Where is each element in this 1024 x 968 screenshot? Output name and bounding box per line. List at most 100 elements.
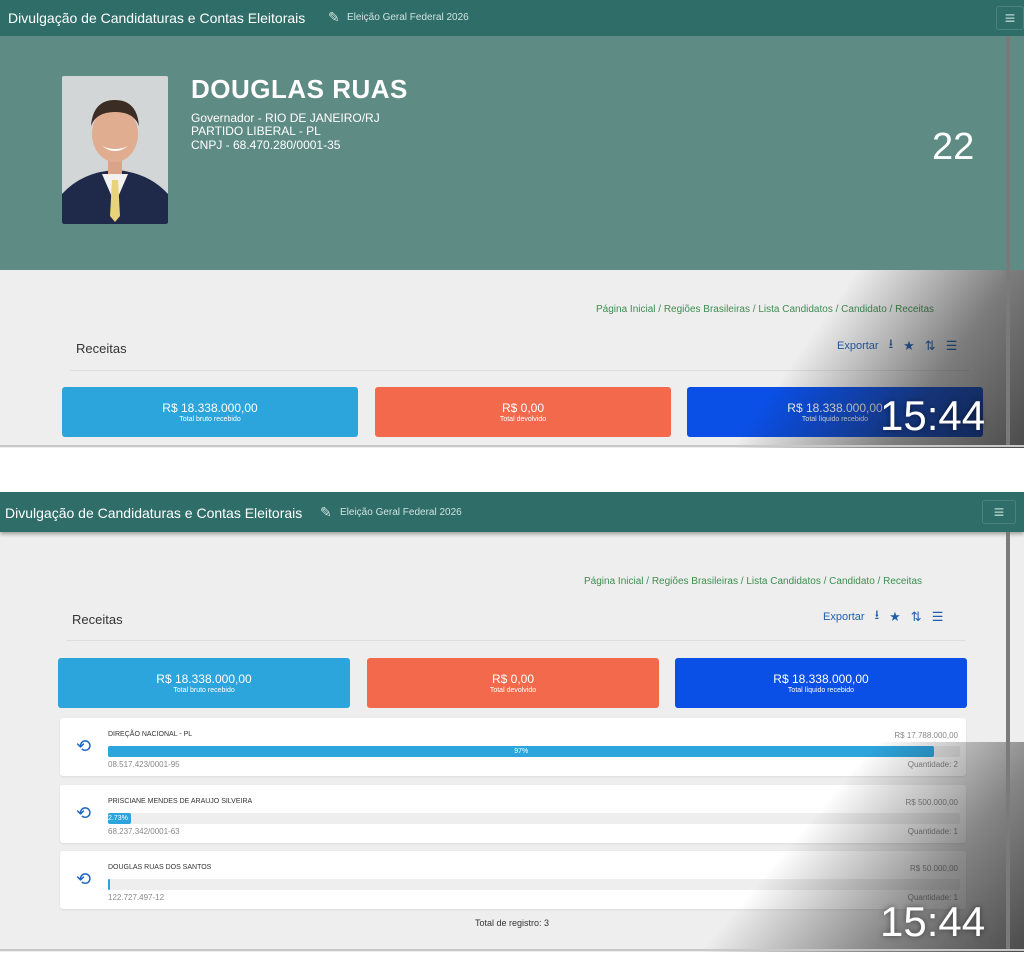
donor-document: 08.517.423/0001-95: [108, 760, 180, 769]
download-icon[interactable]: ⭳: [875, 606, 880, 628]
app-title[interactable]: Divulgação de Candidaturas e Contas Elei…: [8, 10, 305, 26]
list-icon[interactable]: ☰: [946, 338, 958, 354]
breadcrumb-separator: /: [658, 304, 662, 315]
receipt-row[interactable]: ⟲ DOUGLAS RUAS DOS SANTOS R$ 50.000,00 1…: [60, 851, 966, 909]
stat-total-returned: R$ 0,00 Total devolvido: [367, 658, 659, 708]
share-progress-fill: 97%: [108, 746, 935, 757]
share-progress-fill: 2.73%: [108, 813, 132, 824]
app-header: Divulgação de Candidaturas e Contas Elei…: [0, 492, 1024, 532]
receipt-quantity: Quantidade: 2: [907, 760, 958, 769]
breadcrumb-regions[interactable]: Regiões Brasileiras: [652, 576, 738, 587]
breadcrumb-current: Receitas: [883, 576, 923, 587]
stat-value: R$ 18.338.000,00: [156, 672, 252, 686]
stat-value: R$ 0,00: [501, 401, 545, 415]
panel-title: Receitas: [72, 612, 123, 627]
stat-label: Total devolvido: [499, 416, 547, 423]
breadcrumb-candidate[interactable]: Candidato: [841, 304, 887, 315]
share-progress-track: 97%: [108, 746, 960, 757]
breadcrumb-candidate-list[interactable]: Lista Candidatos: [758, 304, 833, 315]
transfer-icon: ⟲: [76, 869, 92, 889]
transfer-icon: ⟲: [76, 803, 92, 823]
sort-icon[interactable]: ⇅: [925, 338, 936, 354]
breadcrumb-regions[interactable]: Regiões Brasileiras: [664, 304, 750, 315]
app-header: Divulgação de Candidaturas e Contas Elei…: [0, 0, 1024, 36]
breadcrumb-candidate-list[interactable]: Lista Candidatos: [746, 576, 821, 587]
edit-icon[interactable]: ✎: [328, 10, 342, 24]
candidate-party: PARTIDO LIBERAL - PL: [191, 124, 321, 138]
edit-icon[interactable]: ✎: [320, 505, 334, 519]
election-name[interactable]: Eleição Geral Federal 2026: [347, 12, 469, 23]
candidate-cnpj: CNPJ - 68.470.280/0001-35: [191, 138, 341, 152]
breadcrumb-separator: /: [877, 576, 881, 587]
breadcrumb-separator: /: [740, 576, 744, 587]
election-name[interactable]: Eleição Geral Federal 2026: [340, 507, 462, 518]
stat-total-gross: R$ 18.338.000,00 Total bruto recebido: [58, 658, 350, 708]
stat-total-net: R$ 18.338.000,00 Total líquido recebido: [675, 658, 967, 708]
status-clock: 15:44: [880, 898, 986, 945]
share-progress-fill: [108, 879, 111, 890]
receipt-amount: R$ 500.000,00: [905, 798, 959, 807]
scrollbar[interactable]: [1006, 36, 1010, 446]
receipt-row[interactable]: ⟲ PRISCIANE MENDES DE ARAUJO SILVEIRA R$…: [60, 785, 966, 843]
download-icon[interactable]: ⭳: [889, 335, 894, 357]
breadcrumb-current: Receitas: [895, 304, 935, 315]
breadcrumb-separator: /: [823, 576, 827, 587]
candidate-hero: DOUGLAS RUAS Governador - RIO DE JANEIRO…: [0, 36, 1024, 270]
scrollbar[interactable]: [1006, 532, 1010, 950]
candidate-number: 22: [932, 126, 975, 168]
app-title[interactable]: Divulgação de Candidaturas e Contas Elei…: [5, 505, 302, 521]
panel-title: Receitas: [76, 341, 127, 356]
screenshot-top: Divulgação de Candidaturas e Contas Elei…: [0, 0, 1024, 448]
breadcrumb-home[interactable]: Página Inicial: [596, 304, 655, 315]
donor-document: 122.727.497-12: [108, 893, 165, 902]
stat-total-gross: R$ 18.338.000,00 Total bruto recebido: [62, 387, 358, 437]
export-label[interactable]: Exportar: [823, 611, 865, 623]
panel-toolbar: Exportar ⭳ ★ ⇅ ☰: [837, 335, 958, 357]
donor-document: 68.237.342/0001-63: [108, 827, 180, 836]
divider: [0, 445, 1024, 447]
stat-value: R$ 0,00: [491, 672, 535, 686]
screenshot-bottom: Divulgação de Candidaturas e Contas Elei…: [0, 492, 1024, 952]
divider: [70, 370, 970, 371]
receipt-amount: R$ 50.000,00: [909, 864, 958, 873]
candidate-portrait-image: [62, 76, 168, 224]
transfer-icon: ⟲: [76, 736, 92, 756]
divider: [66, 640, 966, 641]
candidate-name: DOUGLAS RUAS: [191, 74, 408, 104]
status-clock: 15:44: [880, 392, 986, 439]
breadcrumb: Página Inicial / Regiões Brasileiras / L…: [596, 304, 934, 315]
breadcrumb: Página Inicial / Regiões Brasileiras / L…: [584, 576, 922, 587]
breadcrumb-candidate[interactable]: Candidato: [829, 576, 875, 587]
breadcrumb-separator: /: [646, 576, 650, 587]
breadcrumb-separator: /: [752, 304, 756, 315]
hamburger-menu-icon[interactable]: ≡: [996, 6, 1024, 30]
export-label[interactable]: Exportar: [837, 340, 879, 352]
stat-total-returned: R$ 0,00 Total devolvido: [375, 387, 671, 437]
stat-label: Total líquido recebido: [787, 687, 855, 694]
share-progress-track: [108, 879, 960, 890]
panel-toolbar: Exportar ⭳ ★ ⇅ ☰: [823, 606, 944, 628]
stat-label: Total devolvido: [489, 687, 537, 694]
receipt-quantity: Quantidade: 1: [907, 827, 958, 836]
star-icon[interactable]: ★: [889, 609, 901, 625]
star-icon[interactable]: ★: [903, 338, 915, 354]
donor-name: DOUGLAS RUAS DOS SANTOS: [108, 864, 212, 871]
sort-icon[interactable]: ⇅: [911, 609, 922, 625]
hamburger-menu-icon[interactable]: ≡: [982, 500, 1016, 524]
stat-label: Total bruto recebido: [179, 416, 241, 423]
donor-name: PRISCIANE MENDES DE ARAUJO SILVEIRA: [108, 798, 253, 805]
stat-value: R$ 18.338.000,00: [162, 401, 258, 415]
candidate-photo: [62, 76, 168, 224]
list-icon[interactable]: ☰: [932, 609, 944, 625]
receipt-row[interactable]: ⟲ DIREÇÃO NACIONAL - PL R$ 17.788.000,00…: [60, 718, 966, 776]
receipt-amount: R$ 17.788.000,00: [894, 731, 958, 740]
stat-value: R$ 18.338.000,00: [773, 672, 869, 686]
total-records: Total de registro: 3: [474, 918, 550, 928]
share-progress-track: 2.73%: [108, 813, 960, 824]
donor-name: DIREÇÃO NACIONAL - PL: [108, 731, 193, 738]
breadcrumb-home[interactable]: Página Inicial: [584, 576, 643, 587]
divider: [0, 949, 1024, 951]
breadcrumb-separator: /: [889, 304, 893, 315]
stat-label: Total bruto recebido: [173, 687, 235, 694]
breadcrumb-separator: /: [835, 304, 839, 315]
